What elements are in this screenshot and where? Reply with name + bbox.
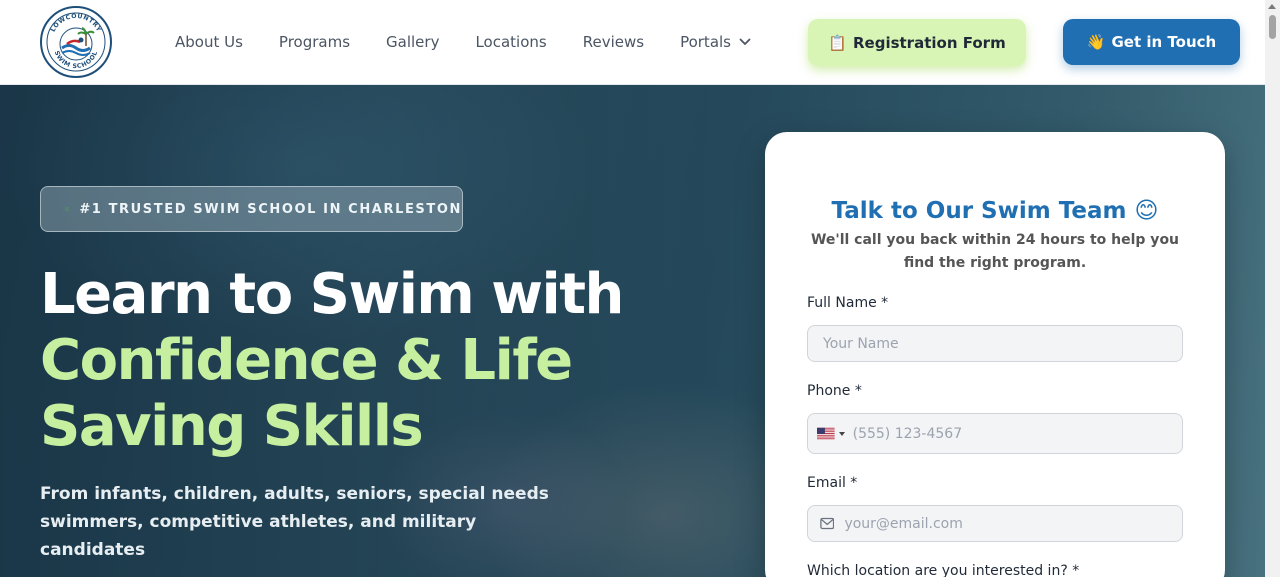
get-in-touch-label: Get in Touch [1111,33,1217,51]
form-title: Talk to Our Swim Team 😊 [831,198,1159,224]
phone-input[interactable] [852,425,1182,442]
email-field[interactable] [807,505,1183,542]
phone-field[interactable] [807,413,1183,454]
country-dropdown-caret-icon[interactable] [838,431,845,436]
trust-badge-text: #1 TRUSTED SWIM SCHOOL IN CHARLESTON [79,201,462,217]
scrollbar-thumb[interactable] [1269,15,1276,39]
full-name-field[interactable] [807,325,1183,362]
form-subtitle: We'll call you back within 24 hours to h… [810,232,1180,271]
nav-portals-label: Portals [680,33,731,51]
hero-subtext: From infants, children, adults, seniors,… [40,484,549,560]
headline-line-1: Learn to Swim with [40,262,624,327]
nav-programs-label: Programs [278,33,351,51]
contact-form-card: Talk to Our Swim Team 😊 We'll call you b… [765,132,1225,577]
trust-badge: #1 TRUSTED SWIM SCHOOL IN CHARLESTON [40,186,463,232]
hero-headline: Learn to Swim with Confidence & Life Sav… [40,262,624,460]
logo-icon[interactable]: LOWCOUNTRY SWIM SCHOOL [40,6,112,78]
nav-locations[interactable]: Locations [475,33,546,51]
scroll-up-arrow-icon[interactable] [1268,4,1276,9]
nav-reviews[interactable]: Reviews [583,33,644,51]
nav-portals[interactable]: Portals [680,33,751,51]
registration-form-button[interactable]: 📋 Registration Form [808,19,1026,66]
nav-about-us-label: About Us [175,33,243,51]
clipboard-icon: 📋 [828,33,847,52]
site-header: LOWCOUNTRY SWIM SCHOOL About Us Programs… [0,0,1265,85]
mail-icon [820,517,835,530]
nav-gallery[interactable]: Gallery [386,33,439,51]
email-input[interactable] [844,515,1182,532]
check-circle-icon [65,206,70,212]
email-label: Email * [807,475,858,491]
us-flag-icon[interactable] [817,427,835,440]
chevron-down-icon [739,38,751,45]
nav-programs[interactable]: Programs [279,33,350,51]
get-in-touch-button[interactable]: 👋 Get in Touch [1063,19,1240,65]
headline-line-3: Saving Skills [40,394,424,459]
full-name-label: Full Name * [807,295,889,311]
waving-hand-icon: 👋 [1086,33,1106,51]
nav-gallery-label: Gallery [386,33,440,51]
phone-label: Phone * [807,383,862,399]
nav-locations-label: Locations [475,33,547,51]
full-name-input[interactable] [823,335,1182,352]
headline-line-2: Confidence & Life [40,328,573,393]
registration-form-label: Registration Form [852,33,1006,52]
nav-reviews-label: Reviews [582,33,645,51]
location-label: Which location are you interested in? * [807,563,1080,577]
nav-about-us[interactable]: About Us [175,33,243,51]
page-scrollbar[interactable] [1265,0,1280,577]
main-nav: About Us Programs Gallery Locations Revi… [175,0,787,84]
